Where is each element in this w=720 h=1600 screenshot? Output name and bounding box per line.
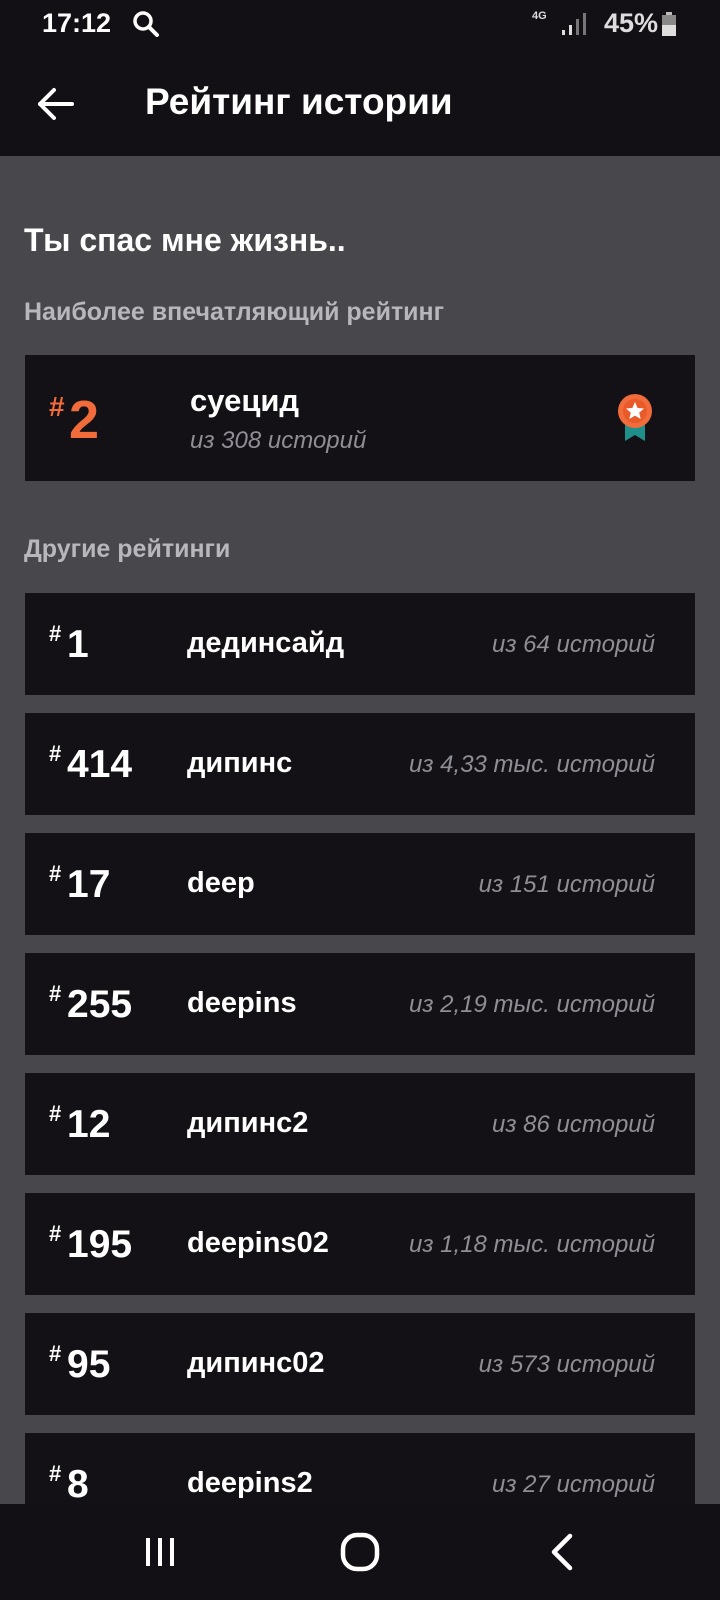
rank-hash: # bbox=[49, 621, 62, 646]
rank-number: 8 bbox=[67, 1463, 89, 1506]
rank-row[interactable]: # 1 дединсайд из 64 историй bbox=[25, 593, 695, 695]
system-nav-bar bbox=[0, 1504, 720, 1600]
rank-row[interactable]: # 95 дипинс02 из 573 историй bbox=[25, 1313, 695, 1415]
best-ranking-card[interactable]: # 2 суецид из 308 историй bbox=[25, 355, 695, 481]
rank-hash: # bbox=[49, 1101, 62, 1126]
rank-count: из 86 историй bbox=[492, 1111, 655, 1138]
app-bar: Рейтинг истории bbox=[0, 48, 720, 156]
rank-tag: deepins bbox=[187, 987, 297, 1019]
rank-count: из 4,33 тыс. историй bbox=[409, 751, 655, 778]
story-title: Ты спас мне жизнь.. bbox=[24, 222, 346, 258]
rank-row[interactable]: # 255 deepins из 2,19 тыс. историй bbox=[25, 953, 695, 1055]
rank-count: из 27 историй bbox=[492, 1471, 655, 1498]
best-rank-number: 2 bbox=[69, 390, 100, 450]
signal-icon bbox=[562, 13, 586, 35]
rank-hash: # bbox=[49, 981, 62, 1006]
rank-row[interactable]: # 17 deep из 151 историй bbox=[25, 833, 695, 935]
rank-row[interactable]: # 414 дипинс из 4,33 тыс. историй bbox=[25, 713, 695, 815]
rank-list: # 1 дединсайд из 64 историй # 414 дипинс… bbox=[25, 593, 695, 1553]
status-time: 17:12 bbox=[42, 8, 112, 38]
rank-count: из 64 историй bbox=[492, 631, 655, 658]
rank-row[interactable]: # 12 дипинс2 из 86 историй bbox=[25, 1073, 695, 1175]
recents-icon[interactable] bbox=[134, 1526, 186, 1578]
rank-number: 17 bbox=[67, 863, 111, 906]
rank-count: из 1,18 тыс. историй bbox=[409, 1231, 655, 1258]
search-icon bbox=[133, 11, 159, 37]
battery-percent: 45% bbox=[604, 8, 659, 38]
rank-hash: # bbox=[49, 1341, 62, 1366]
rank-hash: # bbox=[49, 861, 62, 886]
rank-number: 255 bbox=[67, 983, 133, 1026]
home-icon[interactable] bbox=[334, 1526, 386, 1578]
page-title: Рейтинг истории bbox=[145, 81, 453, 122]
rank-count: из 2,19 тыс. историй bbox=[409, 991, 655, 1018]
best-ranking-label: Наиболее впечатляющий рейтинг bbox=[24, 298, 445, 326]
rank-tag: дипинс bbox=[187, 747, 293, 779]
best-rank-tag: суецид bbox=[190, 383, 300, 418]
rank-tag: deepins2 bbox=[187, 1467, 313, 1499]
medal-icon bbox=[618, 394, 652, 441]
battery-icon bbox=[662, 12, 676, 36]
status-bar: 17:12 4G 45% bbox=[0, 0, 720, 48]
rank-number: 95 bbox=[67, 1343, 111, 1386]
best-rank-count: из 308 историй bbox=[190, 427, 367, 454]
network-type: 4G bbox=[532, 10, 547, 22]
rank-tag: deep bbox=[187, 867, 255, 899]
rank-hash: # bbox=[49, 1461, 62, 1486]
rank-tag: дединсайд bbox=[187, 627, 345, 659]
rank-count: из 573 историй bbox=[478, 1351, 655, 1378]
other-rankings-label: Другие рейтинги bbox=[24, 535, 231, 563]
rank-number: 1 bbox=[67, 623, 89, 666]
rank-number: 195 bbox=[67, 1223, 133, 1266]
rank-count: из 151 историй bbox=[478, 871, 655, 898]
rank-tag: дипинс02 bbox=[187, 1347, 325, 1379]
rank-number: 414 bbox=[67, 743, 133, 786]
rank-tag: дипинс2 bbox=[187, 1107, 309, 1139]
arrow-left-icon[interactable] bbox=[30, 78, 82, 130]
rank-tag: deepins02 bbox=[187, 1227, 329, 1259]
back-chevron-icon[interactable] bbox=[538, 1526, 590, 1578]
rank-row[interactable]: # 195 deepins02 из 1,18 тыс. историй bbox=[25, 1193, 695, 1295]
best-rank-hash: # bbox=[49, 391, 65, 422]
rank-number: 12 bbox=[67, 1103, 111, 1146]
rank-hash: # bbox=[49, 741, 62, 766]
rank-hash: # bbox=[49, 1221, 62, 1246]
